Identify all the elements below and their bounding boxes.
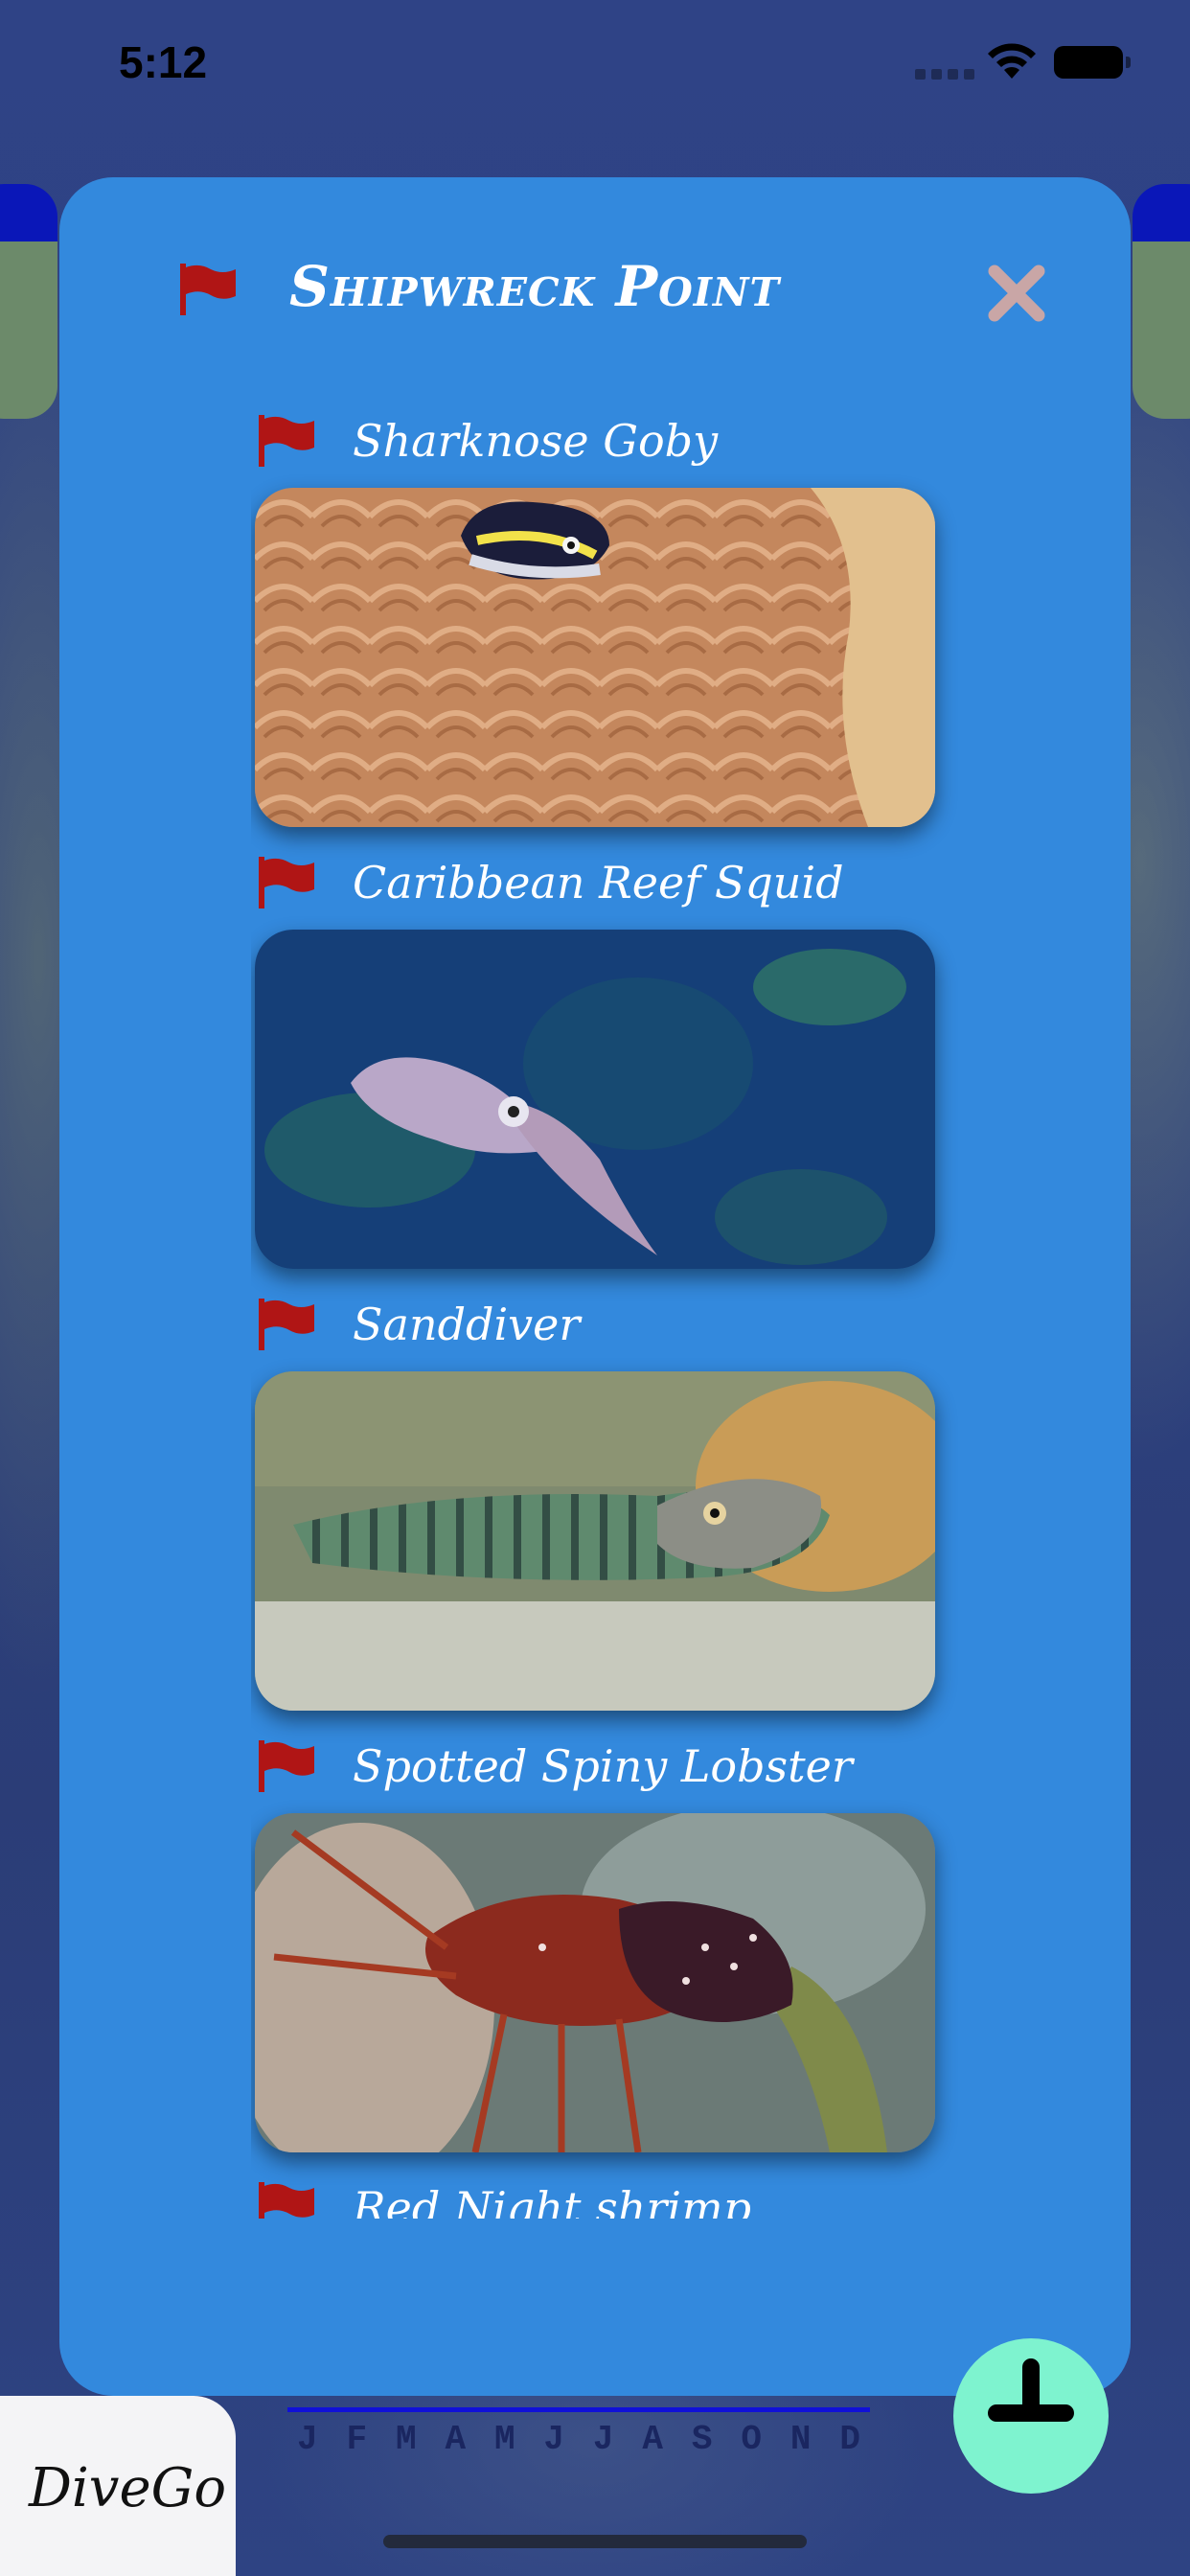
red-flag-icon — [257, 415, 316, 467]
list-item[interactable]: Red Night shrimp — [251, 2174, 960, 2219]
species-name: Caribbean Reef Squid — [353, 857, 844, 908]
close-x-icon — [988, 264, 1045, 322]
dive-site-title: Shipwreck Point — [289, 254, 780, 319]
dive-site-modal: Shipwreck Point Sharknose Goby Caribbean… — [59, 177, 1131, 2396]
month-jul[interactable]: J — [593, 2420, 614, 2459]
month-jan[interactable]: J — [297, 2420, 318, 2459]
status-bar: 5:12 — [0, 0, 1190, 134]
home-indicator[interactable] — [383, 2535, 807, 2548]
month-apr[interactable]: A — [445, 2420, 466, 2459]
month-mar[interactable]: M — [396, 2420, 417, 2459]
spotted-spiny-lobster-photo[interactable] — [255, 1813, 935, 2152]
species-name: Spotted Spiny Lobster — [353, 1740, 853, 1792]
species-list[interactable]: Sharknose Goby Caribbean Reef Squid Sand… — [251, 407, 960, 2219]
close-button[interactable] — [983, 260, 1050, 327]
species-name: Sanddiver — [353, 1299, 581, 1350]
dive-site-card-left[interactable] — [0, 184, 57, 419]
month-jun[interactable]: J — [543, 2420, 564, 2459]
brand-tab[interactable]: DiveGo — [0, 2396, 236, 2576]
month-list: J F M A M J J A S O N D — [287, 2412, 870, 2459]
caribbean-reef-squid-photo[interactable] — [255, 930, 935, 1269]
status-time: 5:12 — [119, 37, 208, 87]
plus-icon — [988, 2358, 1074, 2422]
battery-icon — [1054, 46, 1131, 79]
list-item[interactable]: Sanddiver — [251, 1291, 960, 1733]
month-aug[interactable]: A — [642, 2420, 663, 2459]
red-flag-icon — [178, 264, 238, 315]
month-filter[interactable]: J F M A M J J A S O N D — [287, 2407, 870, 2459]
species-name: Sharknose Goby — [353, 415, 719, 467]
sanddiver-photo[interactable] — [255, 1371, 935, 1711]
modal-header: Shipwreck Point — [59, 177, 1131, 331]
list-item[interactable]: Spotted Spiny Lobster — [251, 1733, 960, 2174]
add-button[interactable] — [953, 2338, 1109, 2494]
species-name: Red Night shrimp — [353, 2182, 752, 2219]
month-dec[interactable]: D — [839, 2420, 860, 2459]
brand-label: DiveGo — [29, 2457, 227, 2519]
list-item[interactable]: Caribbean Reef Squid — [251, 849, 960, 1291]
sharknose-goby-photo[interactable] — [255, 488, 935, 827]
month-sep[interactable]: S — [692, 2420, 713, 2459]
red-flag-icon — [257, 1299, 316, 1350]
month-feb[interactable]: F — [346, 2420, 367, 2459]
red-flag-icon — [257, 1740, 316, 1792]
month-nov[interactable]: N — [790, 2420, 812, 2459]
red-flag-icon — [257, 2182, 316, 2219]
dive-site-card-right[interactable] — [1133, 184, 1190, 419]
red-flag-icon — [257, 857, 316, 908]
list-item[interactable]: Sharknose Goby — [251, 407, 960, 849]
month-oct[interactable]: O — [741, 2420, 762, 2459]
month-may[interactable]: M — [494, 2420, 515, 2459]
cellular-signal-icon — [915, 69, 974, 80]
wifi-icon — [988, 43, 1036, 79]
